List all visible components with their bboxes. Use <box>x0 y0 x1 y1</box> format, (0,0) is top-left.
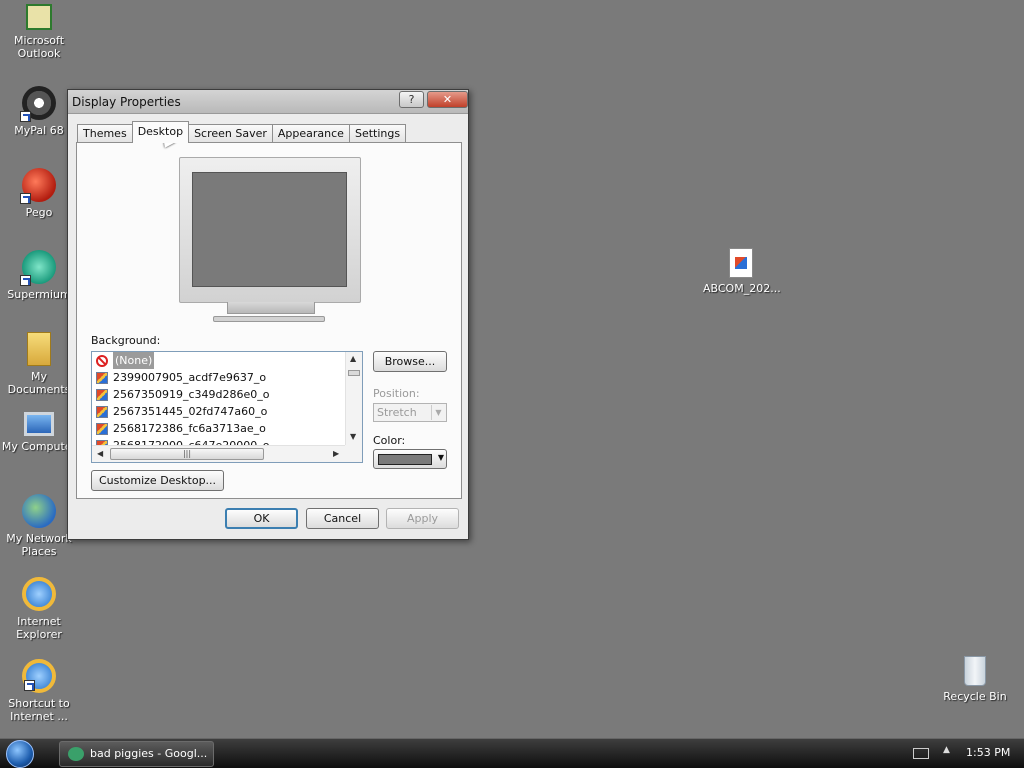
supermium-icon <box>20 250 56 286</box>
tab-themes[interactable]: Themes <box>77 124 133 143</box>
monitor-preview-screen <box>192 172 347 287</box>
show-hidden-icons-icon[interactable]: ▲ <box>943 745 950 755</box>
list-item-label: (None) <box>113 352 155 369</box>
browser-icon <box>68 747 84 761</box>
scroll-thumb[interactable] <box>348 370 360 376</box>
background-label: Background: <box>91 334 161 347</box>
desktop-icon-pego[interactable]: Pego <box>1 168 77 219</box>
list-item-label: 2399007905_acdf7e9637_o <box>113 371 267 384</box>
close-button[interactable]: ✕ <box>427 91 468 108</box>
image-icon <box>96 388 108 401</box>
computer-icon <box>24 412 54 436</box>
scroll-right-icon[interactable]: ▶ <box>333 449 339 458</box>
pego-icon <box>20 168 56 204</box>
vertical-scrollbar[interactable]: ▲ ▼ <box>345 352 362 446</box>
taskbar: bad piggies - Googl... ▲ 1:53 PM <box>0 738 1024 768</box>
title-bar[interactable]: Display Properties ? ✕ <box>68 90 468 114</box>
desktop-icon-label: My Computer <box>1 440 77 453</box>
scroll-corner <box>345 445 362 462</box>
desktop-icon-recycle-bin[interactable]: Recycle Bin <box>937 656 1013 703</box>
background-list-items: (None) 2399007905_acdf7e9637_o 256735091… <box>92 352 346 446</box>
list-item-label: 2567350919_c349d286e0_o <box>113 388 270 401</box>
list-item[interactable]: 2567350919_c349d286e0_o <box>92 386 346 403</box>
desktop-icon-label: My Network Places <box>6 532 72 558</box>
taskbar-item-browser[interactable]: bad piggies - Googl... <box>59 741 214 767</box>
desktop-icon-ie-shortcut[interactable]: Shortcut to Internet ... <box>1 659 77 723</box>
position-value: Stretch <box>377 406 417 419</box>
desktop-icon-label: Pego <box>25 206 53 219</box>
monitor-base <box>213 316 325 322</box>
desktop-icon-my-computer[interactable]: My Computer <box>1 412 77 453</box>
list-item-label: 2567351445_02fd747a60_o <box>113 405 268 418</box>
horizontal-scrollbar[interactable]: ◀ ||| ▶ <box>92 445 346 462</box>
document-icon <box>729 248 753 278</box>
mypal-icon <box>20 86 56 122</box>
monitor-stand <box>227 302 315 314</box>
display-properties-dialog: Display Properties ? ✕ Themes Desktop Sc… <box>67 89 469 540</box>
ie-icon <box>22 577 56 611</box>
clock[interactable]: 1:53 PM <box>966 746 1010 759</box>
none-icon <box>96 354 108 367</box>
desktop-icon-my-network[interactable]: My Network Places <box>1 494 77 558</box>
scroll-left-icon[interactable]: ◀ <box>97 449 103 458</box>
desktop-icon-label: ABCOM_202... <box>703 282 781 295</box>
tab-screen-saver[interactable]: Screen Saver <box>188 124 273 143</box>
desktop-icon-label: Supermium <box>7 288 71 301</box>
tab-settings[interactable]: Settings <box>348 124 407 143</box>
desktop-icon-outlook[interactable]: Microsoft Outlook <box>1 4 77 60</box>
customize-desktop-button[interactable]: Customize Desktop... <box>91 470 224 491</box>
folder-icon <box>27 332 51 366</box>
browse-button[interactable]: Browse... <box>373 351 447 372</box>
start-button[interactable] <box>6 740 34 768</box>
desktop-icon-label: My Documents <box>7 370 71 396</box>
scroll-down-icon[interactable]: ▼ <box>350 432 356 441</box>
desktop-icon-label: Internet Explorer <box>16 615 62 641</box>
image-icon <box>96 371 108 384</box>
scroll-thumb[interactable]: ||| <box>110 448 264 460</box>
recycle-bin-icon <box>964 656 986 686</box>
desktop-icon-internet-explorer[interactable]: Internet Explorer <box>1 577 77 641</box>
color-label: Color: <box>373 434 406 447</box>
tab-desktop[interactable]: Desktop <box>131 121 190 143</box>
desktop-tab-panel: Background: (None) 2399007905_acdf7e9637… <box>76 142 462 499</box>
image-icon <box>96 422 108 435</box>
scroll-up-icon[interactable]: ▲ <box>350 354 356 363</box>
desktop-icon-abcom[interactable]: ABCOM_202... <box>703 248 781 295</box>
list-item[interactable]: 2568172386_fc6a3713ae_o <box>92 420 346 437</box>
desktop-icon-label: Shortcut to Internet ... <box>8 697 70 723</box>
desktop-icon-label: Recycle Bin <box>943 690 1007 703</box>
desktop-icon-mypal[interactable]: MyPal 68 <box>1 86 77 137</box>
dialog-title: Display Properties <box>72 95 181 109</box>
list-item-label: 2568172386_fc6a3713ae_o <box>113 422 266 435</box>
list-item[interactable]: 2399007905_acdf7e9637_o <box>92 369 346 386</box>
list-item[interactable]: 2567351445_02fd747a60_o <box>92 403 346 420</box>
desktop-icon-supermium[interactable]: Supermium <box>1 250 77 301</box>
cancel-button[interactable]: Cancel <box>306 508 379 529</box>
tab-strip: Themes Desktop Screen Saver Appearance S… <box>77 121 407 143</box>
list-item[interactable]: (None) <box>92 352 346 369</box>
ok-button[interactable]: OK <box>225 508 298 529</box>
chevron-down-icon: ▼ <box>431 405 445 420</box>
desktop-icon-my-documents[interactable]: My Documents <box>1 332 77 396</box>
background-listbox[interactable]: (None) 2399007905_acdf7e9637_o 256735091… <box>91 351 363 463</box>
network-icon <box>22 494 56 528</box>
color-swatch <box>378 454 432 465</box>
chevron-down-icon: ▼ <box>437 453 444 462</box>
desktop-icon-label: MyPal 68 <box>14 124 64 137</box>
desktop-icon-label: Microsoft Outlook <box>13 34 65 60</box>
position-select[interactable]: Stretch ▼ <box>373 403 447 422</box>
color-picker-button[interactable]: ▼ <box>373 449 447 469</box>
outlook-icon <box>26 4 52 30</box>
image-icon <box>96 405 108 418</box>
tab-appearance[interactable]: Appearance <box>271 124 350 143</box>
apply-button[interactable]: Apply <box>386 508 459 529</box>
help-button[interactable]: ? <box>399 91 424 108</box>
keyboard-icon[interactable] <box>913 748 929 759</box>
monitor-preview <box>179 157 361 303</box>
taskbar-item-label: bad piggies - Googl... <box>90 747 208 760</box>
ie-shortcut-icon <box>22 659 56 693</box>
position-label: Position: <box>373 387 420 400</box>
